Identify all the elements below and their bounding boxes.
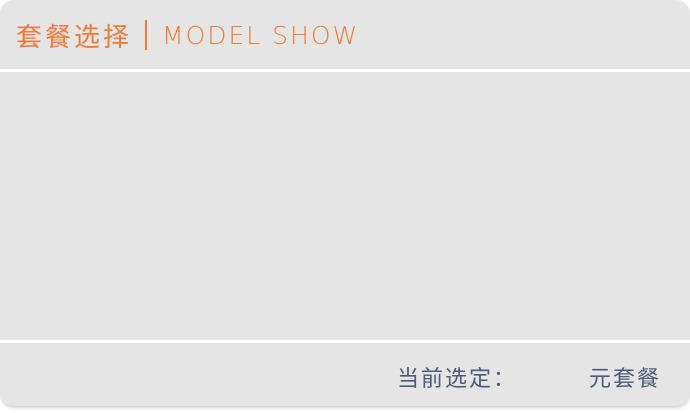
package-unit-label: 元套餐 — [589, 367, 662, 392]
package-list-area — [0, 72, 690, 340]
panel-header: 套餐选择 MODEL SHOW — [0, 0, 690, 70]
current-selection-label: 当前选定： — [397, 367, 518, 392]
current-selection-value — [520, 361, 584, 389]
panel-footer: 当前选定： 元套餐 — [0, 343, 690, 406]
package-selection-panel: 套餐选择 MODEL SHOW 当前选定： 元套餐 — [0, 0, 690, 406]
panel-title: 套餐选择 — [16, 22, 133, 53]
title-separator — [145, 20, 148, 50]
panel-subtitle: MODEL SHOW — [162, 20, 360, 50]
